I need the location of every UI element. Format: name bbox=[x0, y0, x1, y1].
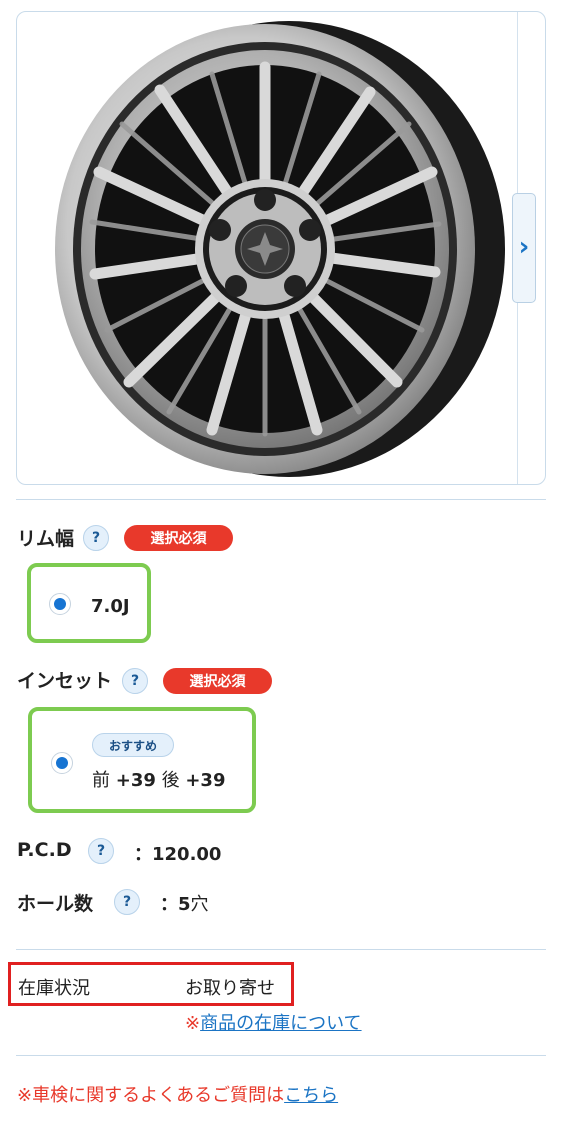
inset-label: インセット bbox=[17, 670, 113, 692]
stock-note-mark: ※ bbox=[185, 1013, 201, 1034]
product-image-frame bbox=[16, 11, 546, 485]
inset-option-values: 前 +39 後 +39 bbox=[92, 766, 225, 792]
rim-width-option-label: 7.0J bbox=[91, 596, 130, 617]
pcd-help-button[interactable]: ? bbox=[88, 838, 114, 864]
front-label: 前 bbox=[92, 770, 110, 791]
front-value: +39 bbox=[115, 770, 156, 791]
divider bbox=[16, 499, 546, 500]
stock-note: ※商品の在庫について bbox=[185, 1009, 362, 1035]
pcd-value: ：120.00 bbox=[134, 844, 222, 865]
rim-width-label: リム幅 bbox=[17, 528, 75, 550]
rim-width-required-badge: 選択必須 bbox=[124, 525, 233, 551]
stock-status-label: 在庫状況 bbox=[18, 978, 90, 999]
faq-line: ※車検に関するよくあるご質問はこちら bbox=[17, 1081, 338, 1107]
rear-label: 後 bbox=[161, 770, 180, 791]
inset-radio[interactable] bbox=[51, 752, 73, 774]
pcd-label: P.C.D bbox=[17, 839, 72, 861]
holes-unit: 穴 bbox=[190, 894, 209, 915]
inset-required-badge: 選択必須 bbox=[163, 668, 272, 694]
divider bbox=[16, 949, 546, 950]
rear-value: +39 bbox=[185, 770, 226, 791]
stock-info-link[interactable]: 商品の在庫について bbox=[200, 1013, 361, 1034]
holes-value: ：5 bbox=[160, 894, 191, 915]
inset-help-button[interactable]: ? bbox=[122, 668, 148, 694]
holes-help-button[interactable]: ? bbox=[114, 889, 140, 915]
stock-status-highlight: 在庫状況 お取り寄せ bbox=[8, 962, 294, 1006]
faq-text: ※車検に関するよくあるご質問は bbox=[17, 1085, 285, 1106]
rim-width-option[interactable]: 7.0J bbox=[27, 563, 151, 643]
holes-label: ホール数 bbox=[17, 893, 94, 915]
faq-link[interactable]: こちら bbox=[284, 1085, 338, 1106]
inset-option[interactable]: おすすめ 前 +39 後 +39 bbox=[28, 707, 256, 813]
wheel-image bbox=[55, 21, 505, 477]
rim-width-help-button[interactable]: ? bbox=[83, 525, 109, 551]
chevron-right-icon: › bbox=[518, 231, 530, 262]
holes-value-group: ：5穴 bbox=[160, 890, 209, 916]
recommended-badge: おすすめ bbox=[92, 733, 174, 757]
rim-width-radio[interactable] bbox=[49, 593, 71, 615]
next-image-button[interactable]: › bbox=[512, 193, 536, 303]
stock-status-value: お取り寄せ bbox=[185, 978, 275, 999]
divider bbox=[16, 1055, 546, 1056]
